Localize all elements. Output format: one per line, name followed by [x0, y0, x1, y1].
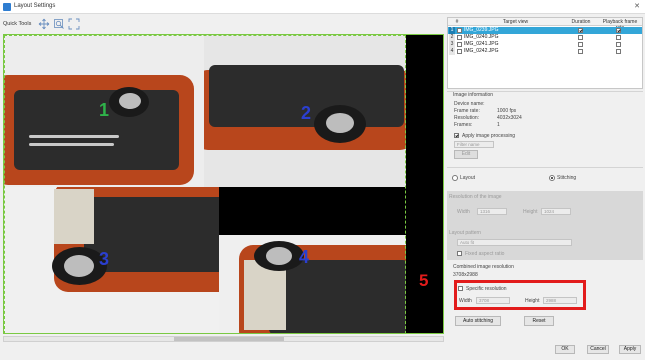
- row-number: 1: [449, 27, 455, 34]
- height-input[interactable]: 1024: [541, 208, 571, 215]
- row-checkbox[interactable]: [457, 28, 462, 33]
- info-heading: Image information: [453, 92, 494, 98]
- auto-stitching-button[interactable]: Auto stitching: [455, 316, 501, 326]
- resolution-label: Resolution:: [454, 115, 480, 121]
- playback-checkbox[interactable]: [616, 35, 621, 40]
- quick-tools-label: Quick Tools: [3, 21, 32, 27]
- row-number: 3: [449, 41, 455, 48]
- app-icon: [3, 3, 11, 11]
- close-icon[interactable]: ✕: [631, 1, 643, 12]
- divider: [447, 167, 643, 168]
- fixed-aspect-label: Fixed aspect ratio: [465, 251, 505, 257]
- annotation-marker: 5: [419, 271, 429, 290]
- horizontal-scrollbar[interactable]: [3, 336, 444, 342]
- combined-current-value: 3708x2988: [453, 272, 478, 278]
- window-title: Layout Settings: [14, 3, 56, 9]
- layout-radio[interactable]: [452, 175, 458, 181]
- view-table: # Target view Duration Playback frame ra…: [447, 17, 643, 89]
- row-filename: IMG_0240.JPG: [464, 34, 499, 40]
- stitching-canvas[interactable]: 1 2 3 4: [3, 34, 444, 334]
- layout-boundary: [4, 35, 406, 333]
- scrollbar-thumb[interactable]: [174, 337, 284, 341]
- highlight-box: [454, 280, 586, 310]
- table-row[interactable]: 2 IMG_0240.JPG: [448, 34, 642, 41]
- table-row[interactable]: 3 IMG_0241.JPG: [448, 41, 642, 48]
- duration-checkbox[interactable]: [578, 49, 583, 54]
- row-filename: IMG_0239.JPG: [464, 27, 499, 33]
- edit-button[interactable]: Edit: [454, 150, 478, 159]
- stitching-radio[interactable]: [549, 175, 555, 181]
- duration-checkbox[interactable]: [578, 42, 583, 47]
- row-checkbox[interactable]: [457, 42, 462, 47]
- apply-processing-checkbox[interactable]: [454, 133, 459, 138]
- row-checkbox[interactable]: [457, 49, 462, 54]
- table-header: # Target view Duration Playback frame ra…: [448, 18, 642, 31]
- layout-radio-label: Layout: [460, 175, 476, 181]
- row-number: 4: [449, 48, 455, 55]
- height-label: Height: [523, 209, 538, 215]
- framerate-label: Frame rate:: [454, 108, 480, 114]
- playback-checkbox[interactable]: [616, 42, 621, 47]
- apply-button[interactable]: Apply: [619, 345, 641, 354]
- reset-button[interactable]: Reset: [524, 316, 554, 326]
- fit-screen-icon[interactable]: [68, 18, 80, 30]
- row-filename: IMG_0242.JPG: [464, 48, 499, 54]
- playback-checkbox[interactable]: [616, 49, 621, 54]
- framerate-value: 1000 fps: [497, 108, 517, 114]
- resolution-group: Resolution of the image Width 1316 Heigh…: [447, 191, 643, 227]
- cancel-button[interactable]: Cancel: [587, 345, 609, 354]
- duration-checkbox[interactable]: [578, 28, 583, 33]
- playback-checkbox[interactable]: [616, 28, 621, 33]
- table-row[interactable]: 1 IMG_0239.JPG: [448, 27, 642, 34]
- frames-label: Frames:: [454, 122, 473, 128]
- layout-pattern-select[interactable]: Auto fit: [457, 239, 572, 246]
- ok-button[interactable]: OK: [555, 345, 575, 354]
- filter-name-field[interactable]: Filter name: [454, 141, 494, 148]
- resolution-value: 4032x3024: [497, 115, 522, 121]
- move-icon[interactable]: [38, 18, 50, 30]
- zoom-icon[interactable]: [53, 18, 65, 30]
- combined-heading: Combined image resolution: [453, 264, 514, 270]
- stitching-radio-label: Stitching: [557, 175, 577, 181]
- duration-checkbox[interactable]: [578, 35, 583, 40]
- row-number: 2: [449, 34, 455, 41]
- width-label: Width: [457, 209, 470, 215]
- column-header: #: [455, 19, 459, 25]
- fixed-aspect-checkbox[interactable]: [457, 251, 462, 256]
- frames-value: 1: [497, 122, 500, 128]
- device-label: Device name:: [454, 101, 485, 107]
- settings-panel: # Target view Duration Playback frame ra…: [447, 17, 643, 342]
- quick-tools-bar: Quick Tools: [0, 14, 440, 34]
- column-header: Target view: [502, 19, 529, 25]
- layout-pattern-group: Layout pattern Auto fit Fixed aspect rat…: [447, 227, 643, 260]
- resolution-heading: Resolution of the image: [449, 194, 502, 200]
- image-information: Image information Device name: Frame rat…: [447, 91, 643, 167]
- row-checkbox[interactable]: [457, 35, 462, 40]
- title-bar: Layout Settings ✕: [0, 0, 645, 14]
- width-input[interactable]: 1316: [477, 208, 507, 215]
- layout-pattern-heading: Layout pattern: [449, 230, 481, 236]
- column-header: Duration: [571, 19, 591, 25]
- table-row[interactable]: 4 IMG_0242.JPG: [448, 48, 642, 55]
- apply-processing-label: Apply image processing: [462, 133, 516, 139]
- row-filename: IMG_0241.JPG: [464, 41, 499, 47]
